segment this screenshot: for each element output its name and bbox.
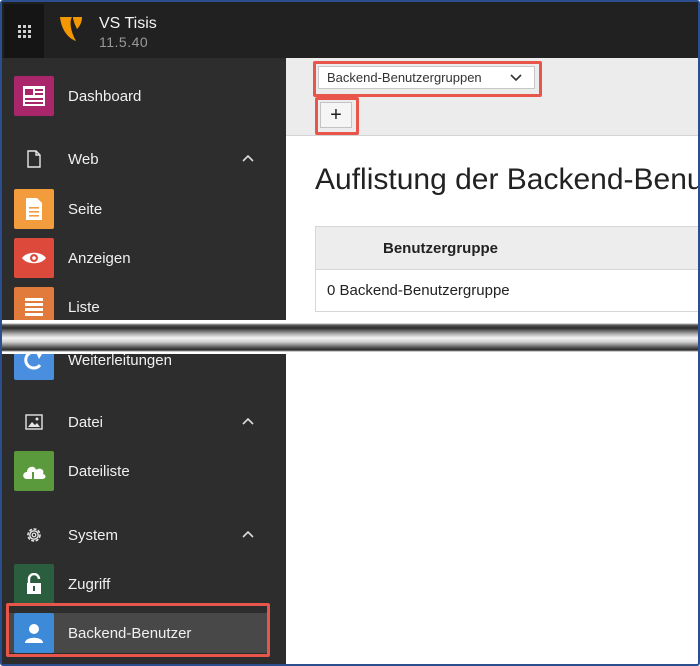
- sidebar-group-system[interactable]: System: [2, 515, 286, 555]
- sidebar-item-label: Weiterleitungen: [68, 351, 172, 369]
- sidebar-item-label: Zugriff: [68, 575, 111, 593]
- apps-menu-button[interactable]: [4, 4, 44, 58]
- page-icon: [24, 149, 44, 169]
- dashboard-icon: [14, 76, 54, 116]
- sidebar-item-label: Liste: [68, 298, 100, 316]
- highlight-box: [315, 97, 359, 135]
- sidebar-item-seite[interactable]: Seite: [2, 189, 286, 229]
- site-name: VS Tisis: [99, 15, 157, 32]
- apps-grid-icon: [17, 24, 31, 38]
- lock-icon: [14, 564, 54, 604]
- topbar: VS Tisis 11.5.40: [2, 2, 698, 58]
- screenshot-divider: [0, 320, 700, 354]
- gear-icon: [24, 525, 44, 545]
- sidebar-item-label: Dateiliste: [68, 462, 130, 480]
- highlight-box: [6, 603, 270, 657]
- sidebar-item-anzeigen[interactable]: Anzeigen: [2, 238, 286, 278]
- table-header: Benutzergruppe: [315, 226, 698, 270]
- row-text: 0 Backend-Benutzergruppe: [327, 282, 510, 299]
- group-table: Benutzergruppe 0 Backend-Benutzergruppe: [315, 226, 698, 312]
- sidebar-group-label: Web: [68, 150, 99, 168]
- typo3-logo-icon: [60, 17, 82, 41]
- image-icon: [24, 412, 44, 432]
- sidebar-item-label: Seite: [68, 200, 103, 218]
- site-version: 11.5.40: [99, 34, 149, 50]
- sidebar-item-dateiliste[interactable]: Dateiliste: [2, 451, 286, 491]
- sidebar-group-web[interactable]: Web: [2, 139, 286, 179]
- module-menu: Dashboard Web Seite Anzeigen Liste Weite…: [2, 58, 286, 664]
- table-row: 0 Backend-Benutzergruppe: [315, 270, 698, 312]
- highlight-box: [313, 61, 542, 97]
- sidebar-group-datei[interactable]: Datei: [2, 402, 286, 442]
- sidebar-item-label: Dashboard: [68, 87, 142, 105]
- cloud-folder-icon: [14, 451, 54, 491]
- sidebar-item-label: Anzeigen: [68, 249, 131, 267]
- sidebar-group-label: Datei: [68, 413, 104, 431]
- page-module-icon: [14, 189, 54, 229]
- sidebar-item-dashboard[interactable]: Dashboard: [2, 76, 286, 116]
- page-title: Auflistung der Backend-Benutzergruppen: [315, 163, 698, 196]
- chevron-up-icon: [242, 417, 254, 425]
- sidebar-item-zugriff[interactable]: Zugriff: [2, 564, 286, 604]
- sidebar-group-label: System: [68, 526, 119, 544]
- column-header: Benutzergruppe: [383, 239, 499, 257]
- chevron-up-icon: [242, 154, 254, 162]
- chevron-up-icon: [242, 530, 254, 538]
- eye-icon: [14, 238, 54, 278]
